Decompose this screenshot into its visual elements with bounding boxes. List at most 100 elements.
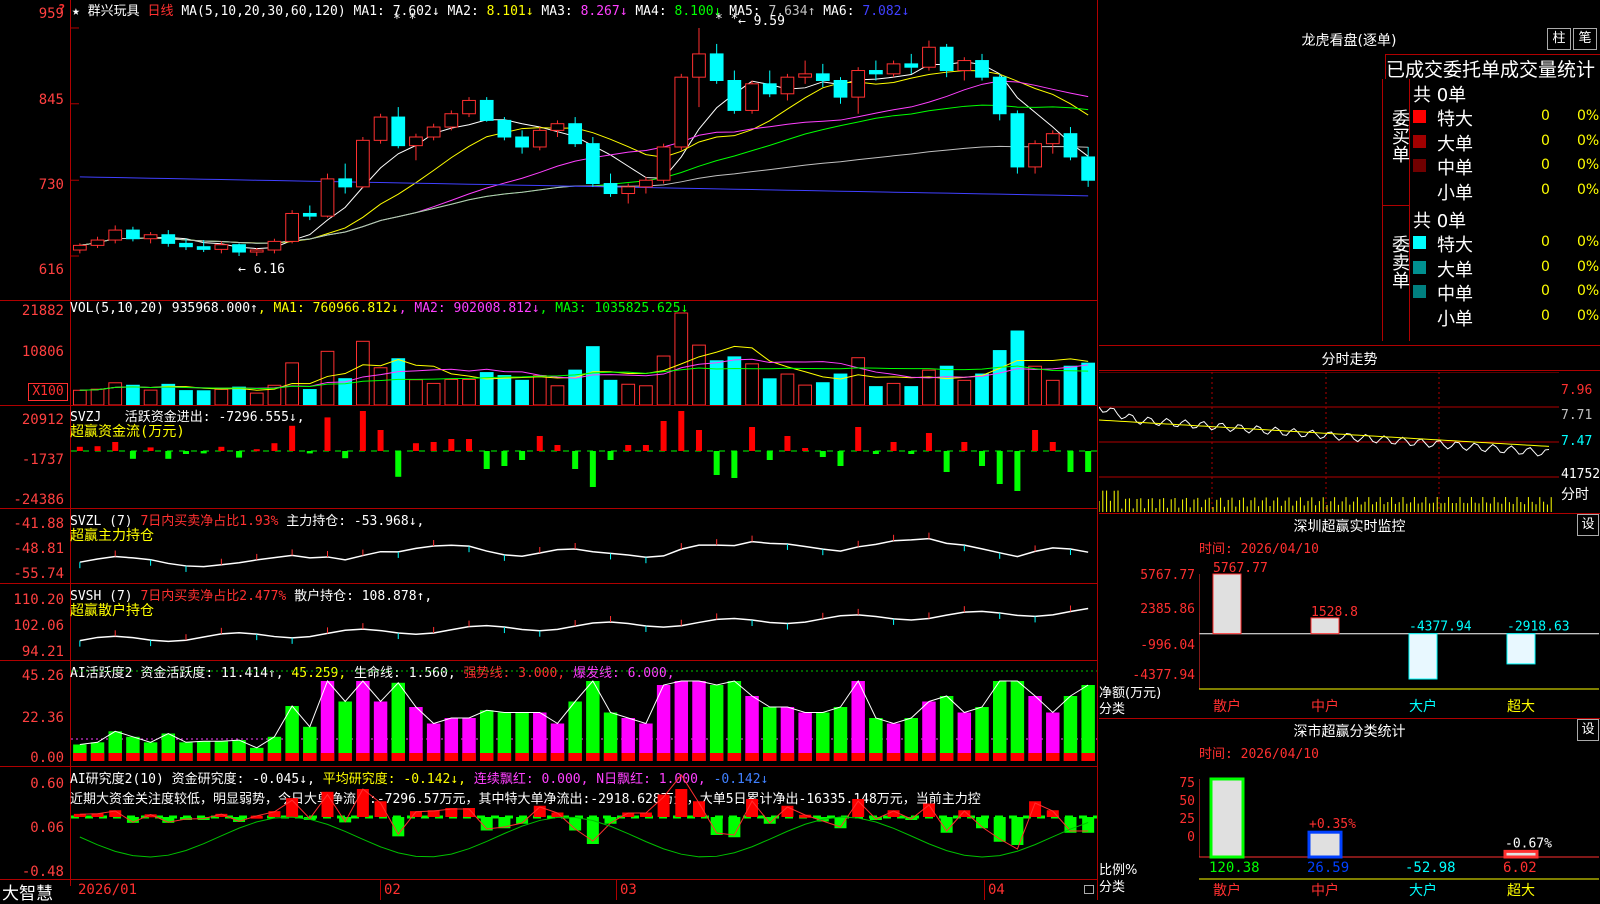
lhb-row: 大单 0 0% bbox=[1411, 256, 1600, 281]
settings-button[interactable]: 设 bbox=[1577, 514, 1599, 536]
activity-base bbox=[798, 753, 812, 761]
y-tick-label: 94.21 bbox=[21, 644, 64, 660]
y-tick-label: -41.88 bbox=[13, 516, 64, 532]
volume-bar bbox=[886, 382, 901, 405]
stats-panel[interactable]: 深市超赢分类统计 设 时间: 2026/04/10 75 50 25 0 比例%… bbox=[1099, 718, 1600, 901]
candle-body bbox=[603, 183, 618, 195]
lhb-row-pct: 0% bbox=[1577, 132, 1600, 149]
research-bar bbox=[1082, 817, 1095, 833]
candle-body bbox=[692, 53, 706, 78]
sell-total: 共 0单 bbox=[1413, 211, 1467, 232]
activity-base bbox=[214, 753, 229, 761]
lhb-row-count: 0 bbox=[1541, 108, 1550, 124]
activity-bar bbox=[692, 681, 706, 761]
lhb-row-name: 中单 bbox=[1437, 284, 1473, 305]
activity-base bbox=[108, 753, 122, 761]
activity-base bbox=[444, 753, 459, 761]
activity-base bbox=[957, 753, 972, 761]
flow-bar bbox=[359, 411, 366, 451]
candle-body bbox=[373, 116, 388, 141]
kline-area[interactable]: ★ 群兴玩具 日线 MA(5,10,20,30,60,120) MA1: 7.6… bbox=[0, 0, 1098, 904]
volume-bar bbox=[214, 388, 229, 405]
flow-bar bbox=[182, 451, 189, 454]
monitor-category-label: 中户 bbox=[1311, 698, 1339, 715]
tick-mode-button[interactable]: 笔 bbox=[1573, 28, 1597, 50]
y-tick-label: 616 bbox=[38, 262, 64, 278]
candlestick-chart bbox=[71, 27, 1096, 257]
activity-bar bbox=[338, 701, 352, 761]
intraday-panel[interactable]: 分时走势 7.96 7.71 7.47 41752 分时 bbox=[1099, 345, 1600, 514]
activity-base bbox=[639, 753, 653, 761]
lhb-table: 委买单 共 0单 特大 0 0% 大单 0 0% 中单 0 0% 小单 0 0% 委卖单 共 0单 特… bbox=[1382, 79, 1600, 341]
activity-base bbox=[780, 753, 795, 761]
stats-y-tick: 25 bbox=[1179, 812, 1195, 827]
candle-body bbox=[1063, 133, 1078, 158]
activity-bar bbox=[1028, 696, 1042, 761]
activity-base bbox=[692, 753, 706, 761]
x-tick-mark bbox=[380, 880, 381, 900]
candle-body bbox=[762, 83, 777, 95]
stats-category-label: 超大 bbox=[1507, 883, 1535, 899]
stats-category-label: 大户 bbox=[1409, 882, 1437, 899]
candle-body bbox=[550, 123, 565, 131]
lhb-title: 龙虎看盘(逐单) bbox=[1301, 33, 1397, 49]
flow-bar bbox=[925, 433, 932, 451]
bar-mode-button[interactable]: 柱 bbox=[1547, 28, 1571, 50]
lhb-row-count: 0 bbox=[1541, 157, 1550, 173]
stats-xlabel: 分类 bbox=[1099, 880, 1126, 895]
stats-category-label: 散户 bbox=[1213, 882, 1241, 899]
activity-bar bbox=[391, 682, 405, 761]
flow-bar bbox=[855, 427, 862, 451]
lhb-row: 小单 0 0% bbox=[1411, 305, 1600, 330]
volume-bar bbox=[126, 384, 140, 405]
activity-base bbox=[479, 753, 494, 761]
activity-base bbox=[196, 753, 211, 761]
lhb-row-name: 大单 bbox=[1437, 259, 1473, 281]
candle-body bbox=[338, 178, 353, 188]
volume-bar bbox=[338, 378, 353, 405]
flow-bar bbox=[94, 446, 101, 451]
candle-body bbox=[922, 46, 936, 68]
intraday-price-tick: 7.47 bbox=[1561, 434, 1593, 449]
candle-body bbox=[196, 246, 211, 250]
monitor-title: 深圳超赢实时监控 bbox=[1293, 519, 1406, 535]
activity-bar bbox=[674, 681, 689, 761]
activity-line bbox=[79, 679, 1089, 749]
candle-body bbox=[161, 234, 176, 244]
activity-bar bbox=[1063, 696, 1078, 761]
monitor-panel[interactable]: 深圳超赢实时监控 设 时间: 2026/04/10 5767.77 2385.8… bbox=[1099, 513, 1600, 719]
activity-base bbox=[851, 753, 865, 761]
x-tick-mark bbox=[984, 880, 985, 900]
volume-bar bbox=[692, 344, 706, 405]
flow-bar bbox=[996, 451, 1003, 484]
stats-y-tick: 50 bbox=[1179, 794, 1195, 809]
stats-value-label: 6.02 bbox=[1503, 860, 1537, 876]
monitor-y-tick: 2385.86 bbox=[1140, 602, 1195, 617]
volume-bar bbox=[975, 373, 989, 405]
lhb-row-count: 0 bbox=[1541, 307, 1550, 324]
activity-bar bbox=[1081, 685, 1095, 761]
lhb-row-count: 0 bbox=[1541, 132, 1550, 149]
research-avg-line bbox=[79, 816, 1089, 858]
volume-bar bbox=[709, 360, 724, 405]
intraday-chart bbox=[1099, 372, 1559, 512]
activity-base bbox=[922, 753, 936, 761]
activity-bar bbox=[568, 701, 582, 761]
lhb-color-swatch bbox=[1413, 260, 1426, 274]
candle-body bbox=[409, 136, 423, 147]
y-tick-label: 20912 bbox=[21, 412, 64, 428]
research-chart bbox=[71, 774, 1097, 858]
lhb-row: 小单 0 0% bbox=[1411, 179, 1600, 204]
lhb-row-name: 特大 bbox=[1437, 235, 1473, 256]
settings-button[interactable]: 设 bbox=[1577, 719, 1599, 741]
lhb-row-name: 大单 bbox=[1437, 133, 1473, 155]
lock-icon[interactable] bbox=[1084, 885, 1094, 894]
lhb-color-swatch bbox=[1413, 183, 1426, 197]
volume-bar bbox=[1081, 362, 1096, 405]
activity-base bbox=[550, 753, 565, 761]
stats-value-label: 120.38 bbox=[1209, 860, 1260, 876]
research-bar bbox=[993, 817, 1006, 842]
lhb-color-swatch bbox=[1413, 309, 1426, 323]
activity-base bbox=[250, 753, 264, 761]
flow-bar bbox=[147, 447, 154, 451]
